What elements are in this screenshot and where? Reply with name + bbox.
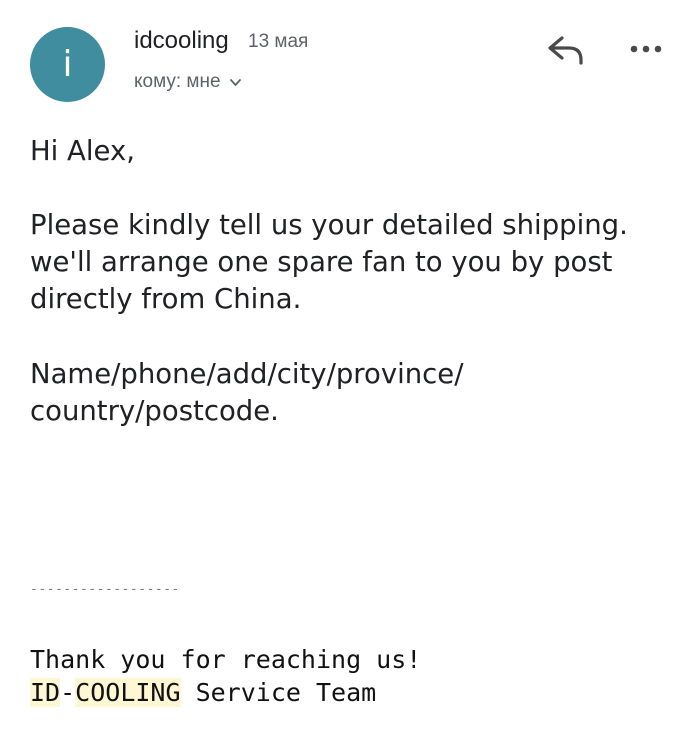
more-horizontal-icon[interactable] bbox=[626, 36, 666, 62]
email-greeting: Hi Alex, bbox=[30, 135, 135, 167]
paragraph-1-line-2: we'll arrange one spare fan to you by po… bbox=[30, 246, 613, 278]
paragraph-1-line-3: directly from China. bbox=[30, 283, 302, 315]
recipient-toggle[interactable]: кому: мне bbox=[134, 71, 242, 93]
brand-highlight-cooling: COOLING bbox=[75, 678, 181, 707]
paragraph-2-line-2: country/postcode. bbox=[30, 395, 279, 427]
paragraph-1-line-1: Please kindly tell us your detailed ship… bbox=[30, 209, 628, 241]
paragraph-2-line-1: Name/phone/add/city/province/ bbox=[30, 358, 464, 390]
reply-arrow-icon[interactable] bbox=[545, 30, 587, 70]
signature-team: ID-COOLING Service Team bbox=[30, 676, 376, 709]
recipient-label: кому: мне bbox=[134, 71, 221, 92]
sender-avatar[interactable]: i bbox=[30, 27, 105, 102]
chevron-down-icon bbox=[229, 78, 241, 86]
brand-highlight-id: ID bbox=[30, 678, 61, 707]
signature-team-label: Service Team bbox=[180, 678, 377, 707]
signature-divider: ------------------ bbox=[30, 582, 180, 597]
email-paragraph-1: Please kindly tell us your detailed ship… bbox=[30, 207, 628, 318]
brand-dash: - bbox=[60, 678, 76, 707]
message-date: 13 мая bbox=[248, 31, 309, 52]
signature-thanks: Thank you for reaching us! bbox=[30, 645, 422, 674]
sender-name: idcooling bbox=[134, 27, 229, 54]
email-paragraph-2: Name/phone/add/city/province/ country/po… bbox=[30, 356, 463, 430]
